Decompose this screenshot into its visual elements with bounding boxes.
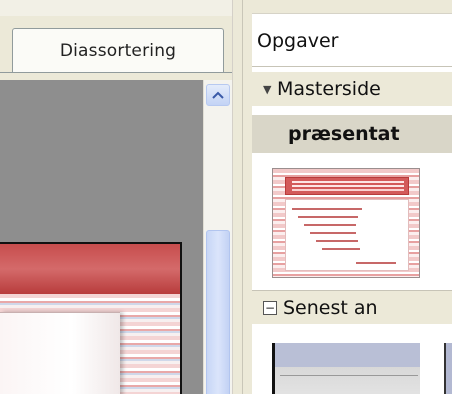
task-pane-title: Opgaver [257, 30, 339, 52]
toolbar-strip [0, 0, 232, 16]
scroll-up-button[interactable] [206, 84, 230, 106]
section-title-recent: Senest an [283, 296, 378, 319]
subsection-presentation: præsentat [252, 115, 452, 153]
thumbnail-outline-line [310, 232, 356, 234]
tab-slide-sorter[interactable]: Diassortering [12, 28, 224, 72]
thumbnail-outline-line [322, 248, 360, 250]
thumbnail-body [285, 199, 409, 271]
thumbnail-title-band [285, 177, 409, 195]
slide-title-bar [0, 244, 180, 294]
thumbnail-outline-line [356, 262, 396, 264]
tab-slide-sorter-label: Diassortering [59, 40, 177, 61]
task-pane-topline [252, 0, 452, 14]
recent-page-thumbnail[interactable] [272, 343, 420, 394]
task-pane: Opgaver ▼ Masterside præsentat − Senest … [252, 0, 452, 394]
master-page-thumbnail[interactable] [272, 168, 420, 278]
thumbnail-outline-line [304, 224, 356, 226]
minus-box-icon: − [263, 300, 277, 315]
recent-thumbnails [252, 325, 452, 394]
thumbnail-outline-line [316, 240, 358, 242]
section-header-recent[interactable]: − Senest an [252, 290, 452, 324]
section-header-master-pages[interactable]: ▼ Masterside [252, 72, 452, 106]
slide-content-box [0, 312, 120, 394]
triangle-down-icon: ▼ [263, 82, 272, 96]
thumbnail-outline-line [292, 208, 362, 210]
thumbnail-outline-line [298, 216, 358, 218]
pane-splitter[interactable] [232, 0, 252, 394]
scroll-thumb[interactable] [206, 230, 230, 394]
vertical-scrollbar[interactable] [203, 80, 232, 394]
master-thumbnails [252, 153, 452, 285]
task-pane-divider [252, 66, 452, 67]
tab-divider [0, 72, 232, 73]
chevron-up-icon [212, 91, 224, 99]
section-title-master-pages: Masterside [277, 78, 381, 100]
recent-page-thumbnail[interactable] [444, 343, 452, 394]
slide-preview[interactable] [0, 242, 182, 394]
slide-view[interactable] [0, 80, 203, 394]
